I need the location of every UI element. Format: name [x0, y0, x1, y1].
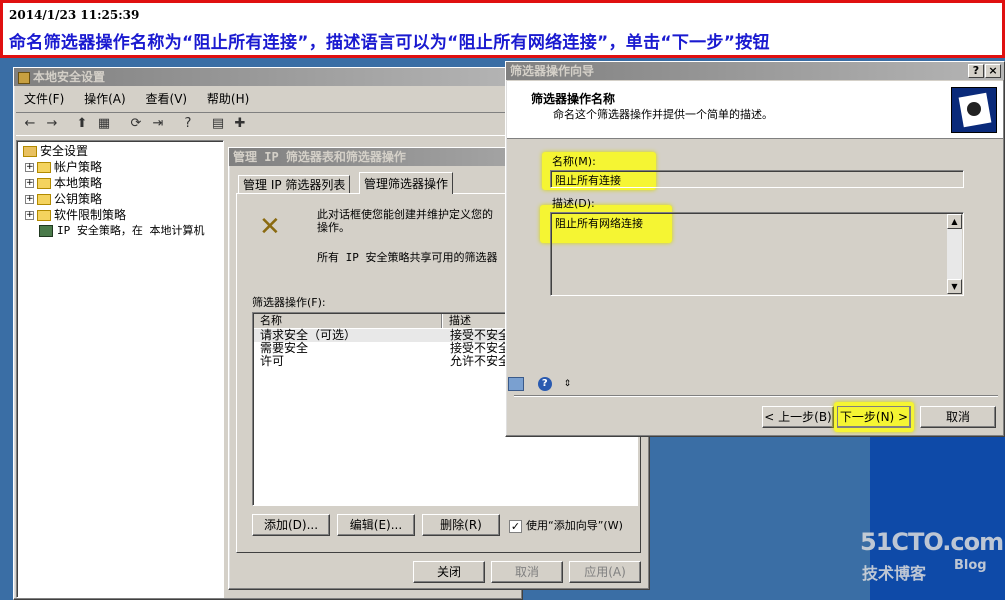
- folder-icon: [37, 194, 51, 205]
- back-icon[interactable]: ←: [20, 115, 40, 133]
- desc-textarea[interactable]: 阻止所有网络连接 ▲ ▼: [550, 212, 964, 296]
- tree-item-ip-security[interactable]: IP 安全策略，在 本地计算机: [39, 223, 205, 239]
- description-line-3: 所有 IP 安全策略共享可用的筛选器: [317, 251, 498, 264]
- wizard-logo-icon: [951, 87, 997, 133]
- next-button[interactable]: 下一步(N) >: [837, 406, 911, 428]
- close-button[interactable]: 关闭: [413, 561, 485, 583]
- instruction-text: 命名筛选器操作名称为“阻止所有连接”，描述语言可以为“阻止所有网络连接”，单击“…: [9, 33, 770, 53]
- manage-title: 管理 IP 筛选器表和筛选器操作: [233, 150, 406, 164]
- menu-file[interactable]: 文件(F): [16, 90, 72, 108]
- folder-icon: [37, 162, 51, 173]
- wizard-separator: [514, 395, 998, 397]
- wizard-title: 筛选器操作向导: [510, 64, 595, 78]
- menu-bar: 文件(F) 操作(A) 查看(V) 帮助(H): [16, 90, 257, 110]
- desc-label: 描述(D):: [552, 197, 595, 210]
- show-tree-icon[interactable]: ▦: [94, 115, 114, 133]
- main-title: 本地安全设置: [33, 70, 106, 84]
- help-circle-icon[interactable]: ?: [537, 376, 552, 391]
- remove-button[interactable]: 删除(R): [422, 514, 500, 536]
- help-icon[interactable]: ?: [178, 115, 198, 133]
- back-button[interactable]: < 上一步(B): [762, 406, 834, 428]
- network-icon[interactable]: [508, 376, 524, 391]
- filter-action-wizard: 筛选器操作向导 ? × 筛选器操作名称 命名这个筛选器操作并提供一个简单的描述。…: [505, 61, 1005, 437]
- wizard-heading: 筛选器操作名称: [531, 92, 616, 106]
- export-icon[interactable]: ⇥: [148, 115, 168, 133]
- help-title-button[interactable]: ?: [968, 64, 984, 78]
- row-desc: 允许不安全: [450, 354, 511, 368]
- use-wizard-checkbox[interactable]: ✓ 使用“添加向导”(W): [509, 519, 623, 533]
- tree-item-software-restriction[interactable]: + 软件限制策略: [25, 207, 126, 223]
- description-line-2: 操作。: [317, 221, 350, 234]
- updown-icon[interactable]: ⇕: [564, 379, 572, 389]
- name-label: 名称(M):: [552, 155, 596, 168]
- row-name: 许可: [260, 354, 285, 368]
- watermark-brand: 51CTO.com: [860, 528, 1004, 556]
- name-input[interactable]: 阻止所有连接: [550, 170, 964, 188]
- tree-item-local-policy[interactable]: + 本地策略: [25, 175, 102, 191]
- watermark: 51CTO.com 技术博客 Blog: [860, 528, 1004, 588]
- menu-view[interactable]: 查看(V): [138, 90, 196, 108]
- up-folder-icon[interactable]: ⬆: [72, 115, 92, 133]
- folder-icon: [37, 210, 51, 221]
- wizard-titlebar: 筛选器操作向导 ? ×: [506, 62, 1004, 80]
- tree-item-account-policy[interactable]: + 帐户策略: [25, 159, 102, 175]
- filter-action-icon: ✕: [259, 212, 281, 242]
- main-titlebar: 本地安全设置: [14, 68, 522, 86]
- desc-textarea-value: 阻止所有网络连接: [555, 217, 643, 230]
- textarea-scrollbar[interactable]: ▲ ▼: [947, 214, 962, 294]
- menu-help[interactable]: 帮助(H): [199, 90, 257, 108]
- tree-item-public-key-policy[interactable]: + 公钥策略: [25, 191, 102, 207]
- expand-icon[interactable]: +: [25, 211, 34, 220]
- list-label: 筛选器操作(F):: [252, 296, 326, 309]
- cancel-wizard-button[interactable]: 取消: [920, 406, 996, 428]
- expand-icon[interactable]: +: [25, 195, 34, 204]
- security-settings-icon: [23, 146, 37, 157]
- tab-ip-filter-list[interactable]: 管理 IP 筛选器列表: [238, 175, 351, 194]
- name-input-value: 阻止所有连接: [555, 174, 621, 187]
- expand-icon[interactable]: +: [25, 163, 34, 172]
- wizard-subheading: 命名这个筛选器操作并提供一个简单的描述。: [553, 108, 773, 121]
- tree-item-security-settings[interactable]: 安全设置: [23, 143, 88, 159]
- close-title-button[interactable]: ×: [985, 64, 1001, 78]
- computer-shield-icon: [39, 225, 53, 237]
- tab-filter-actions[interactable]: 管理筛选器操作: [359, 172, 454, 194]
- add-icon[interactable]: ✚: [230, 115, 250, 133]
- properties-icon[interactable]: ▤: [208, 115, 228, 133]
- watermark-blog: Blog: [954, 558, 987, 573]
- scroll-up-icon[interactable]: ▲: [947, 214, 962, 229]
- timestamp: 2014/1/23 11:25:39: [9, 8, 140, 22]
- refresh-icon[interactable]: ⟳: [126, 115, 146, 133]
- toolbar: ← → ⬆ ▦ ⟳ ⇥ ? ▤ ✚: [16, 112, 520, 136]
- apply-button[interactable]: 应用(A): [569, 561, 641, 583]
- forward-icon[interactable]: →: [42, 115, 62, 133]
- wizard-header: 筛选器操作名称 命名这个筛选器操作并提供一个简单的描述。: [507, 81, 1003, 139]
- menu-action[interactable]: 操作(A): [76, 90, 134, 108]
- column-header-name[interactable]: 名称: [254, 314, 442, 328]
- checkbox-icon: ✓: [509, 519, 522, 533]
- shield-icon: [18, 71, 30, 84]
- status-icons: ? ⇕: [508, 376, 571, 392]
- tree-pane: 安全设置 + 帐户策略 + 本地策略 + 公钥策略 + 软件限制策略 IP 安全策略，在…: [16, 140, 224, 598]
- expand-icon[interactable]: +: [25, 179, 34, 188]
- edit-button[interactable]: 编辑(E)...: [337, 514, 415, 536]
- cancel-button[interactable]: 取消: [491, 561, 563, 583]
- scroll-down-icon[interactable]: ▼: [947, 279, 962, 294]
- watermark-sub: 技术博客: [862, 564, 927, 583]
- annotation-banner: 2014/1/23 11:25:39 命名筛选器操作名称为“阻止所有连接”，描述…: [0, 0, 1005, 58]
- folder-icon: [37, 178, 51, 189]
- add-button[interactable]: 添加(D)...: [252, 514, 330, 536]
